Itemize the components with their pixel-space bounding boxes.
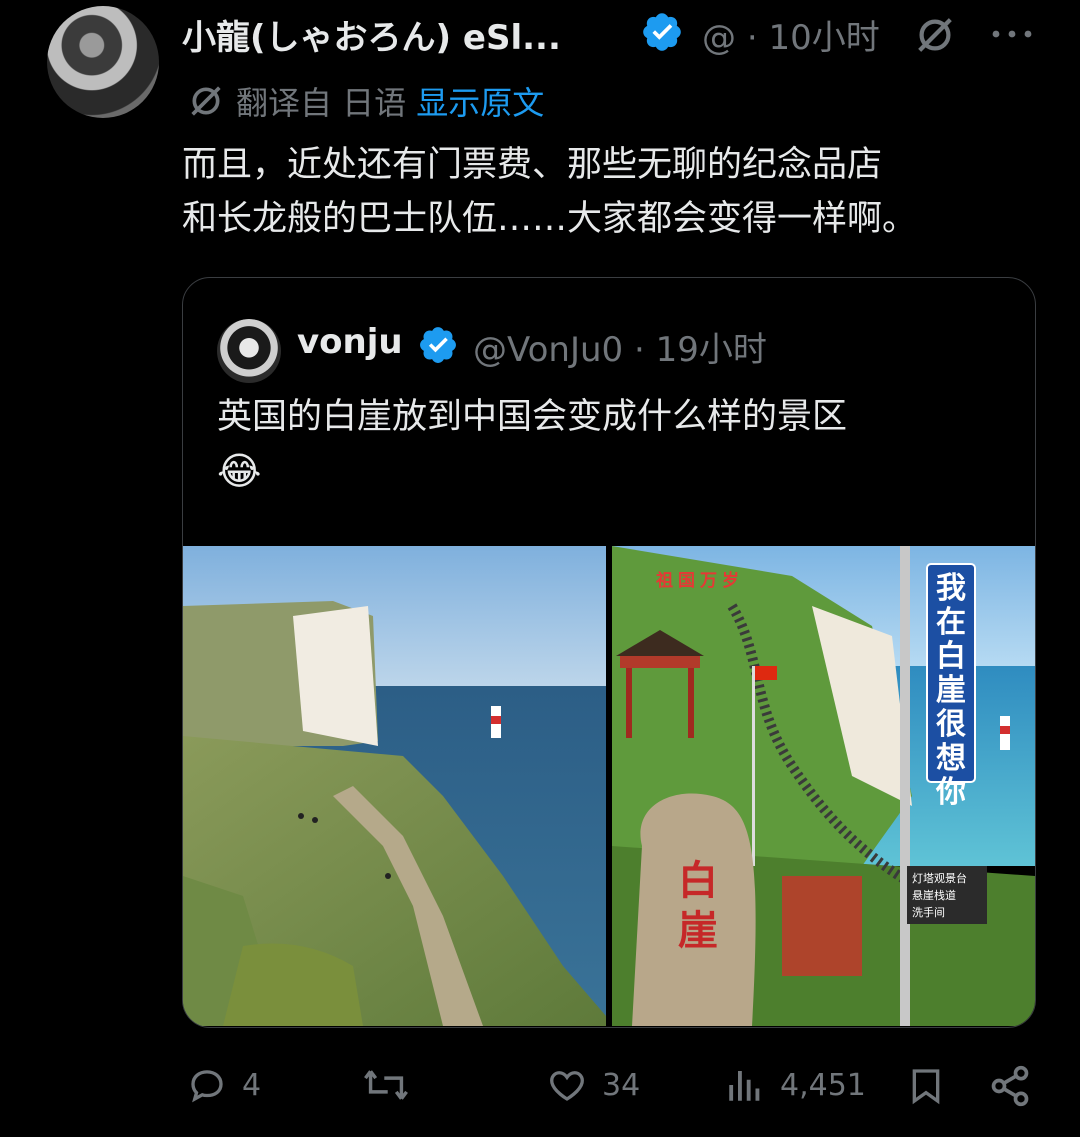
share-icon (988, 1064, 1032, 1108)
translate-header-icon[interactable] (912, 12, 958, 58)
views-button[interactable]: 4,451 (724, 1064, 866, 1106)
laughing-emoji: 😂 (217, 449, 262, 493)
quoted-author-name[interactable]: vonju (297, 322, 403, 362)
signpost: 灯塔观景台 悬崖栈道 洗手间 (912, 870, 967, 921)
quoted-meta: @VonJu0 · 19小时 (473, 322, 767, 371)
verified-badge-icon (640, 10, 684, 54)
translation-row: 翻译自 日语 显示原文 (186, 78, 544, 124)
like-icon (546, 1064, 588, 1106)
like-button[interactable]: 34 (546, 1064, 640, 1106)
reply-icon (186, 1064, 228, 1106)
bookmark-icon (906, 1064, 946, 1108)
like-count: 34 (602, 1067, 641, 1103)
tweet-body-line: 和长龙般的巴士队伍……大家都会变得一样啊。 (182, 199, 918, 239)
retweet-button[interactable] (362, 1064, 410, 1106)
photo-white-cliffs[interactable] (183, 546, 606, 1026)
translated-from-label: 翻译自 日语 (236, 84, 407, 122)
quoted-tweet[interactable]: vonju @VonJu0 · 19小时 英国的白崖放到中国会变成什么样的景区 … (182, 277, 1036, 1028)
author-name[interactable]: 小龍(しゃおろん) eSl... (182, 10, 561, 59)
show-original-link[interactable]: 显示原文 (416, 78, 544, 124)
tweet-body: 而且，近处还有门票费、那些无聊的纪念品店 和长龙般的巴士队伍……大家都会变得一样… (182, 138, 1042, 246)
signpost-item: 悬崖栈道 (912, 889, 956, 902)
author-handle[interactable]: @ (702, 18, 736, 58)
author-avatar[interactable] (47, 6, 159, 118)
views-count: 4,451 (780, 1067, 866, 1103)
retweet-icon (362, 1064, 410, 1106)
meta-separator: · (746, 18, 758, 58)
bookmark-button[interactable] (906, 1064, 946, 1108)
quoted-time[interactable]: 19小时 (656, 330, 767, 370)
views-icon (724, 1064, 766, 1106)
photo-scenic-area[interactable]: 祖国万岁 我在白崖很想你 白崖 灯塔观景台 悬崖栈道 洗手间 (612, 546, 1035, 1026)
quoted-text-line: 英国的白崖放到中国会变成什么样的景区 (217, 397, 848, 437)
verified-badge-icon (417, 324, 459, 366)
banner-text: 祖国万岁 (656, 571, 744, 591)
stone-inscription: 白崖 (678, 858, 718, 954)
vertical-sign-text: 我在白崖很想你 (936, 571, 966, 810)
tweet-body-line: 而且，近处还有门票费、那些无聊的纪念品店 (182, 145, 883, 185)
tweet-time[interactable]: 10小时 (768, 18, 879, 58)
more-icon[interactable] (990, 22, 1034, 46)
reply-count: 4 (242, 1067, 262, 1103)
action-bar: 4 34 4,451 (0, 1064, 1080, 1114)
quoted-text: 英国的白崖放到中国会变成什么样的景区 😂 (217, 390, 997, 498)
meta-separator: · (634, 330, 645, 370)
translate-icon (186, 81, 226, 121)
share-button[interactable] (988, 1064, 1032, 1108)
quoted-author-avatar[interactable] (217, 319, 281, 383)
signpost-item: 灯塔观景台 (912, 872, 967, 885)
quoted-handle[interactable]: @VonJu0 (473, 330, 623, 370)
signpost-item: 洗手间 (912, 906, 945, 919)
reply-button[interactable]: 4 (186, 1064, 261, 1106)
tweet-meta: @ · 10小时 (702, 10, 880, 59)
